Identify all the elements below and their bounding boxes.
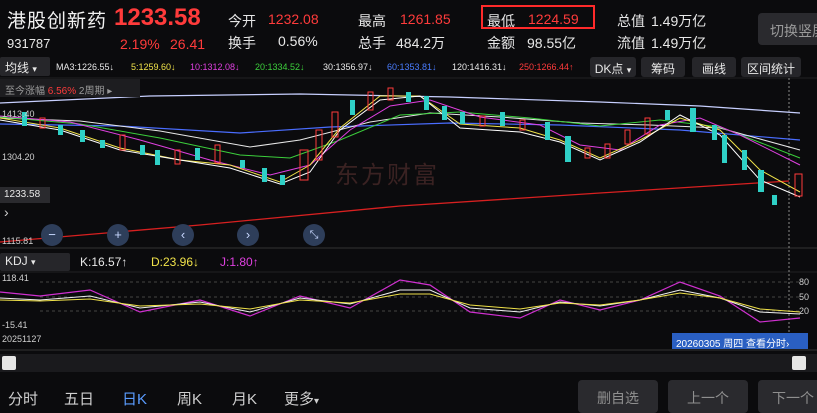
zoom-out-icon[interactable]: − — [41, 224, 63, 246]
kdj-axis-bottom: -15.41 — [2, 320, 28, 330]
fullscreen-icon[interactable]: ⤡ — [303, 224, 325, 246]
date-tag[interactable]: 20260305 周四 查看分时› — [672, 333, 808, 350]
move-left-icon[interactable]: ‹ — [172, 224, 194, 246]
kdj-level-80: 80 — [799, 277, 810, 287]
chevron-down-icon: ▾ — [31, 257, 36, 267]
tab-more[interactable]: 更多▾ — [284, 388, 319, 409]
kdj-axis-top: 118.41 — [2, 273, 29, 283]
indicator-dropdown[interactable]: KDJ ▾ — [0, 253, 70, 271]
tab-more-label: 更多 — [284, 391, 315, 408]
zoom-in-icon[interactable]: + — [107, 224, 129, 246]
tab-weekly-k[interactable]: 周K — [177, 388, 202, 409]
scroll-handle-right[interactable] — [792, 356, 806, 370]
tab-intraday[interactable]: 分时 — [8, 388, 38, 409]
since-rise-panel[interactable]: 至今涨幅 6.56% 2周期 ▸ — [0, 79, 140, 97]
kdj-k-value: K:16.57↑ — [80, 255, 128, 269]
watermark: 东方财富 — [335, 162, 439, 189]
kdj-j-value: J:1.80↑ — [220, 255, 259, 269]
kdj-d-line — [0, 292, 801, 313]
kdj-j-line — [0, 279, 801, 323]
kdj-d-value: D:23.96↓ — [151, 255, 200, 269]
tab-five-day[interactable]: 五日 — [64, 388, 94, 409]
start-date: 20251127 — [2, 334, 42, 344]
scroll-handle-left[interactable] — [2, 356, 16, 370]
chart-scrollbar[interactable] — [0, 354, 817, 372]
move-right-icon[interactable]: › — [237, 224, 259, 246]
tab-monthly-k[interactable]: 月K — [232, 388, 257, 409]
indicator-label: KDJ — [5, 254, 28, 268]
kdj-level-20: 20 — [799, 306, 810, 316]
since-rise-label: 至今涨幅 — [5, 86, 45, 97]
next-button[interactable]: 下一个 — [758, 380, 817, 413]
price-axis-mid: 1304.20 — [2, 152, 35, 162]
kdj-level-50: 50 — [799, 292, 810, 302]
tab-daily-k[interactable]: 日K — [122, 388, 147, 409]
kline-chart[interactable] — [0, 0, 817, 413]
remove-watchlist-button[interactable]: 删自选 — [578, 380, 658, 413]
chevron-down-icon: ▾ — [314, 396, 320, 407]
since-rise-value: 6.56% — [47, 86, 77, 97]
price-axis-bottom: 1115.81 — [2, 236, 34, 246]
previous-button[interactable]: 上一个 — [668, 380, 748, 413]
since-rise-period: 2周期 ▸ — [78, 86, 113, 97]
chevron-right-icon[interactable]: › — [4, 204, 9, 220]
price-axis-top: 1413.40 — [2, 109, 35, 119]
current-price-marker: 1233.58 — [0, 187, 50, 203]
